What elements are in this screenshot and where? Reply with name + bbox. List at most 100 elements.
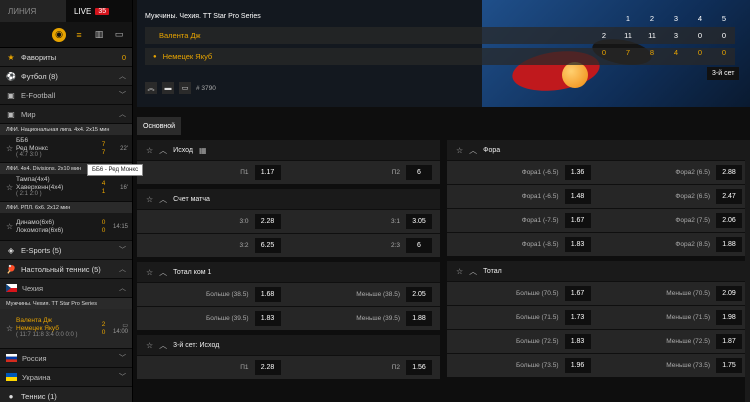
star-outline-icon[interactable]: ☆	[6, 324, 16, 333]
hero-title: Мужчины. Чехия. TT Star Pro Series	[145, 13, 261, 20]
collapse-icon[interactable]: ︽	[145, 82, 157, 94]
odd-button[interactable]: 1.88	[716, 237, 742, 252]
efootball-icon: ▣	[7, 90, 15, 100]
market-row: Фора1 (-6.5) 1.36 Фора2 (6.5) 2.88	[447, 160, 750, 184]
odd-button[interactable]: 6	[406, 238, 432, 253]
sidebar-item-czech[interactable]: Чехия ︿	[0, 279, 132, 298]
odd-button[interactable]: 1.83	[564, 334, 591, 349]
star-outline-icon[interactable]: ☆	[146, 268, 153, 277]
star-outline-icon[interactable]: ☆	[6, 183, 16, 192]
sidebar-item-esports[interactable]: ◈ E-Sports (5) ﹀	[0, 241, 132, 260]
market-row: Больше (38.5) 1.68 Меньше (38.5) 2.05	[137, 282, 440, 306]
star-outline-icon[interactable]: ☆	[6, 222, 16, 231]
sidebar-item-favorites[interactable]: ★ Фавориты 0	[0, 48, 132, 67]
screen-icon[interactable]: ▭	[112, 28, 126, 42]
odd-button[interactable]: 6	[406, 165, 432, 180]
market-row: 3:0 2.28 3:1 3.05	[137, 209, 440, 233]
odd-button[interactable]: 1.96	[564, 358, 591, 373]
star-outline-icon[interactable]: ☆	[146, 146, 153, 155]
match-tooltip: ББ6 - Ред Монкс	[87, 164, 144, 176]
odd-button[interactable]: 1.67	[564, 286, 591, 301]
main-content: Мужчины. Чехия. TT Star Pro Series Вален…	[137, 0, 750, 402]
scoreboard-icon[interactable]: ▬	[162, 82, 174, 94]
ukraine-flag-icon	[6, 373, 17, 381]
star-outline-icon[interactable]: ☆	[146, 341, 153, 350]
market-row: Фора1 (-7.5) 1.67 Фора2 (7.5) 2.06	[447, 208, 750, 232]
league-header: Мужчины. Чехия. TT Star Pro Series	[0, 298, 132, 309]
odd-button[interactable]: 1.98	[716, 310, 742, 325]
match-id: # 3790	[196, 84, 216, 92]
market-row: Больше (70.5) 1.67 Меньше (70.5) 2.09	[447, 281, 750, 305]
current-set-badge: 3-й сет	[707, 67, 740, 80]
sidebar-item-ukraine[interactable]: Украина ﹀	[0, 368, 132, 387]
chevron-down-icon: ﹀	[119, 92, 126, 99]
sidebar-item-football[interactable]: ⚽ Футбол (8) ︿	[0, 67, 132, 86]
columns-icon[interactable]: ▥	[92, 28, 106, 42]
chevron-up-icon[interactable]: ︿	[159, 145, 167, 156]
star-outline-icon[interactable]: ☆	[6, 144, 16, 153]
match-item[interactable]: ☆ Тампа(4х4) Хаверхенн(4х4) ( 2:1 2:0 ) …	[0, 174, 132, 202]
chevron-down-icon: ﹀	[119, 374, 126, 381]
czech-flag-icon	[6, 284, 17, 292]
match-item[interactable]: ☆ ББ6 Ред Монкс ( 4:7 3:0 ) 77 22'	[0, 135, 132, 163]
score-row-team2: 0 7 8 4 0 0	[601, 48, 727, 57]
odd-button[interactable]: 1.17	[254, 165, 281, 180]
odd-button[interactable]: 1.56	[406, 360, 432, 375]
markets-left-column: ☆ ︿ Исход ▦ П1 1.17 П2 6 ☆ ︿ Счет матча 3:0 2.28…	[137, 140, 440, 384]
odd-button[interactable]: 1.48	[564, 189, 591, 204]
scrollbar[interactable]	[745, 140, 750, 402]
tab-line[interactable]: ЛИНИЯ	[0, 0, 66, 22]
russia-flag-icon	[6, 354, 17, 362]
odd-button[interactable]: 2.09	[716, 286, 742, 301]
odd-button[interactable]: 2.88	[716, 165, 742, 180]
chevron-up-icon[interactable]: ︿	[159, 267, 167, 278]
globe-icon[interactable]: ◉	[52, 27, 66, 42]
stats-icon[interactable]: ▦	[199, 146, 207, 155]
star-outline-icon[interactable]: ☆	[146, 195, 153, 204]
odd-button[interactable]: 2.28	[254, 360, 281, 375]
star-outline-icon[interactable]: ☆	[456, 146, 463, 155]
odd-button[interactable]: 1.68	[254, 287, 281, 302]
table-tennis-icon: 🏓	[6, 264, 16, 274]
chevron-up-icon[interactable]: ︿	[469, 266, 477, 277]
odd-button[interactable]: 2.47	[716, 189, 742, 204]
odd-button[interactable]: 1.73	[564, 310, 591, 325]
odd-button[interactable]: 1.67	[564, 213, 591, 228]
match-item[interactable]: ☆ Динамо(6х6) Локомотив(6х6) 00 14:15	[0, 213, 132, 241]
list-icon[interactable]: ≡	[72, 28, 86, 42]
chevron-up-icon[interactable]: ︿	[159, 194, 167, 205]
sidebar-item-table-tennis[interactable]: 🏓 Настольный теннис (5) ︿	[0, 260, 132, 279]
market-set3-outcome: ☆ ︿ 3-й сет: Исход П1 2.28 П2 1.56	[137, 335, 440, 379]
odd-button[interactable]: 1.88	[406, 311, 432, 326]
odd-button[interactable]: 2.28	[254, 214, 281, 229]
odd-button[interactable]: 1.87	[716, 334, 742, 349]
chevron-up-icon[interactable]: ︿	[159, 340, 167, 351]
match-item-active[interactable]: ☆ Валента Дж Немецек Якуб ( 11:7 11:8 3:…	[0, 309, 132, 349]
market-team1-total: ☆ ︿ Тотал ком 1 Больше (38.5) 1.68 Меньше (…	[137, 262, 440, 330]
sidebar: ЛИНИЯ LIVE 35 ◉ ≡ ▥ ▭ ★ Фавориты 0 ⚽ Фут…	[0, 0, 133, 402]
sidebar-item-efootball[interactable]: ▣ E-Football ﹀	[0, 86, 132, 105]
odd-button[interactable]: 1.83	[254, 311, 281, 326]
chevron-up-icon: ︿	[119, 285, 126, 292]
tab-live[interactable]: LIVE 35	[66, 0, 132, 22]
star-outline-icon[interactable]: ☆	[456, 267, 463, 276]
tab-main[interactable]: Основной	[137, 117, 182, 135]
sidebar-item-tennis[interactable]: ● Теннис (1)	[0, 387, 132, 402]
market-total: ☆ ︿ Тотал Больше (70.5) 1.67 Меньше (70.5) 2…	[447, 261, 750, 377]
odd-button[interactable]: 3.05	[406, 214, 432, 229]
odd-button[interactable]: 1.36	[564, 165, 591, 180]
odd-button[interactable]: 2.05	[406, 287, 432, 302]
odd-button[interactable]: 2.06	[716, 213, 742, 228]
ball-image	[562, 62, 588, 88]
odd-button[interactable]: 1.75	[716, 358, 742, 373]
hero-controls: ︽ ▬ ▭ # 3790	[145, 82, 216, 94]
odd-button[interactable]: 6.25	[254, 238, 281, 253]
sidebar-item-russia[interactable]: Россия ﹀	[0, 349, 132, 368]
market-row: Больше (72.5) 1.83 Меньше (72.5) 1.87	[447, 329, 750, 353]
odd-button[interactable]: 1.83	[564, 237, 591, 252]
chevron-up-icon[interactable]: ︿	[469, 145, 477, 156]
sidebar-item-world[interactable]: ▣ Мир ︿	[0, 105, 132, 124]
tv-icon[interactable]: ▭	[179, 82, 191, 94]
view-filter-bar: ◉ ≡ ▥ ▭	[0, 22, 132, 48]
star-icon: ★	[7, 52, 15, 62]
